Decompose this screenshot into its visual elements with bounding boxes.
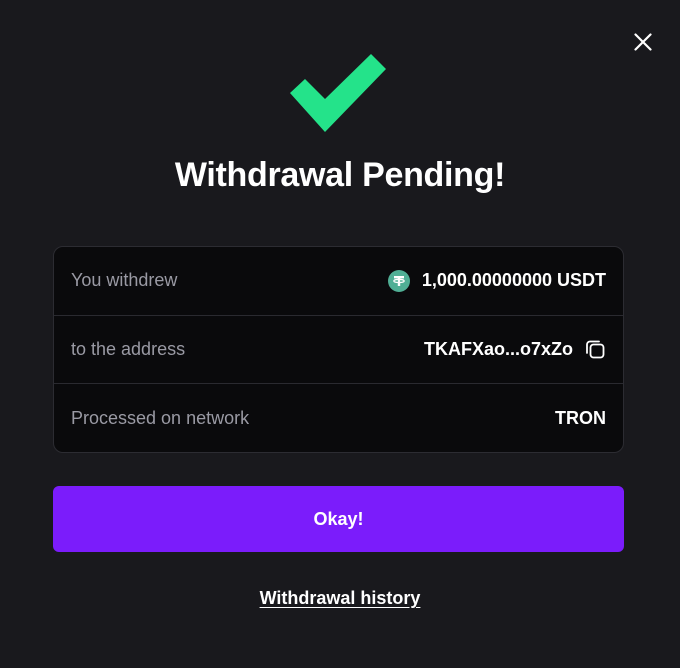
withdrawal-details: You withdrew 1,000.00000000 USDT to the … [53, 246, 624, 453]
address-value-group: TKAFXao...o7xZo [424, 338, 606, 360]
address-label: to the address [71, 338, 186, 359]
withdrawal-modal: Withdrawal Pending! You withdrew 1,000.0… [0, 0, 680, 668]
close-icon [634, 33, 652, 51]
address-value: TKAFXao...o7xZo [423, 338, 573, 359]
page-title: Withdrawal Pending! [174, 156, 506, 194]
amount-label: You withdrew [71, 270, 178, 291]
withdrawal-history-link[interactable]: Withdrawal history [0, 588, 680, 609]
detail-row-network: Processed on network TRON [54, 384, 623, 452]
copy-icon[interactable] [584, 338, 606, 360]
amount-value-group: 1,000.00000000 USDT [387, 269, 606, 292]
usdt-icon [387, 269, 410, 292]
amount-value: 1,000.00000000 USDT [421, 270, 606, 291]
close-button[interactable] [628, 27, 658, 57]
detail-row-amount: You withdrew 1,000.00000000 USDT [54, 247, 623, 316]
checkmark-icon [290, 54, 386, 132]
detail-row-address: to the address TKAFXao...o7xZo [54, 316, 623, 384]
network-value: TRON [555, 407, 606, 428]
network-label: Processed on network [71, 407, 250, 428]
okay-button[interactable]: Okay! [53, 486, 624, 552]
